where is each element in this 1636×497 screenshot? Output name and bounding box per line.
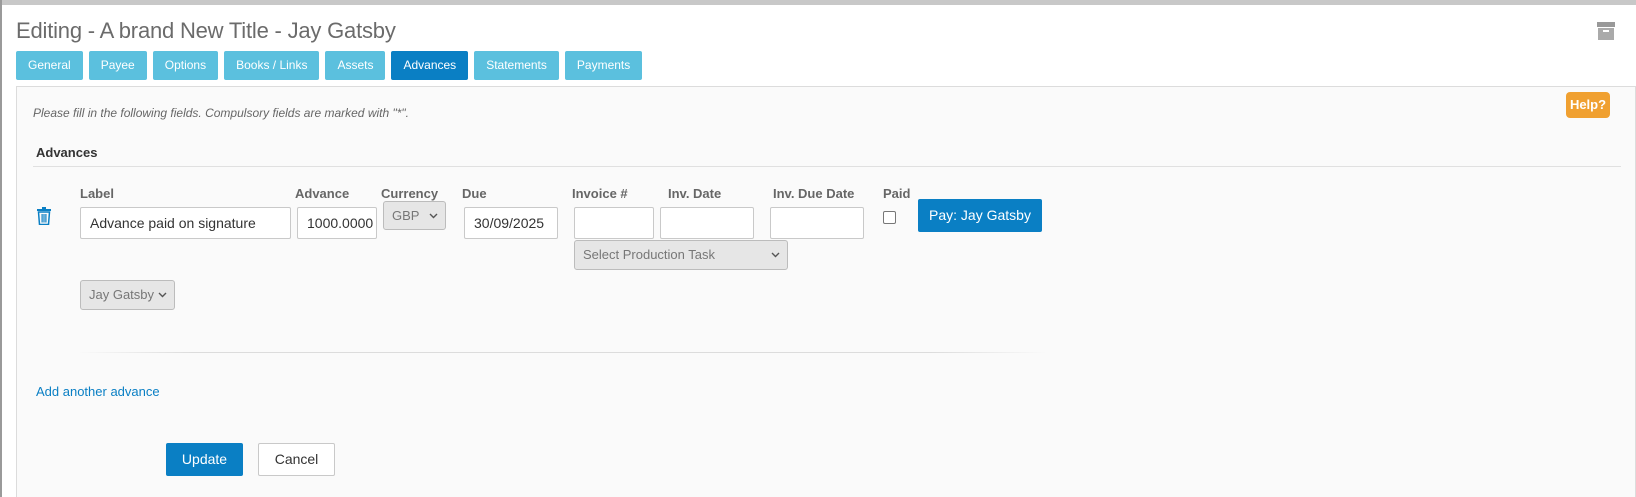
tab-assets[interactable]: Assets	[325, 51, 386, 80]
chevron-down-icon	[771, 252, 780, 258]
page-title: Editing - A brand New Title - Jay Gatsby	[16, 18, 396, 43]
tab-options[interactable]: Options	[152, 51, 219, 80]
section-divider	[33, 166, 1621, 167]
due-column-header: Due	[462, 186, 487, 201]
invoice-number-input[interactable]	[574, 207, 654, 239]
payee-select[interactable]: Jay Gatsby	[80, 280, 175, 310]
tab-payments[interactable]: Payments	[564, 51, 643, 80]
cancel-button[interactable]: Cancel	[258, 443, 335, 476]
help-button[interactable]: Help?	[1566, 92, 1610, 118]
left-border	[0, 0, 2, 497]
advance-label-input[interactable]: Advance paid on signature	[80, 207, 291, 239]
tab-bar: General Payee Options Books / Links Asse…	[16, 51, 643, 80]
tab-advances[interactable]: Advances	[391, 51, 469, 80]
label-column-header: Label	[80, 186, 114, 201]
paid-column-header: Paid	[883, 186, 911, 201]
payee-select-value: Jay Gatsby	[89, 287, 155, 302]
archive-box-icon[interactable]	[1596, 21, 1616, 41]
update-button[interactable]: Update	[166, 443, 243, 476]
top-border	[0, 0, 1636, 5]
production-task-select[interactable]: Select Production Task	[574, 240, 788, 270]
form-instructions: Please fill in the following fields. Com…	[33, 106, 410, 120]
tab-general[interactable]: General	[16, 51, 83, 80]
advance-column-header: Advance	[295, 186, 350, 201]
tab-payee[interactable]: Payee	[88, 51, 147, 80]
currency-select[interactable]: GBP	[383, 201, 446, 230]
row-divider	[77, 352, 1047, 353]
invoice-date-input[interactable]	[660, 207, 754, 239]
trash-icon[interactable]	[36, 207, 52, 225]
advances-form-panel: Please fill in the following fields. Com…	[16, 86, 1636, 497]
production-task-placeholder: Select Production Task	[583, 247, 715, 262]
pay-payee-button[interactable]: Pay: Jay Gatsby	[918, 199, 1042, 232]
due-date-input[interactable]: 30/09/2025	[464, 207, 558, 239]
invoice-due-date-input[interactable]	[770, 207, 864, 239]
invoice-column-header: Invoice #	[572, 186, 628, 201]
chevron-down-icon	[158, 292, 167, 298]
add-another-advance-link[interactable]: Add another advance	[36, 384, 160, 399]
section-title: Advances	[36, 145, 98, 160]
currency-select-value: GBP	[392, 208, 420, 223]
tab-statements[interactable]: Statements	[474, 51, 559, 80]
chevron-down-icon	[429, 213, 438, 218]
currency-column-header: Currency	[381, 186, 439, 201]
advance-amount-input[interactable]: 1000.0000	[297, 207, 377, 239]
paid-checkbox[interactable]	[883, 211, 896, 224]
inv-date-column-header: Inv. Date	[668, 186, 722, 201]
inv-due-date-column-header: Inv. Due Date	[773, 186, 855, 201]
tab-books-links[interactable]: Books / Links	[224, 51, 320, 80]
